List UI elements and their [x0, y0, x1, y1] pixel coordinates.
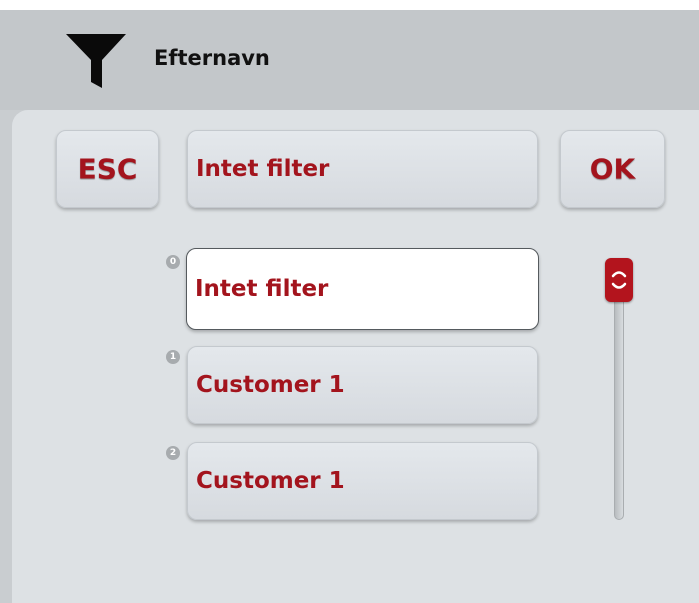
esc-button-label: ESC	[77, 152, 138, 186]
list-item-index-badge: 1	[166, 350, 180, 364]
list-item[interactable]: Customer 1	[187, 346, 538, 424]
scroll-handle-icon	[611, 271, 627, 289]
filter-funnel-icon	[66, 34, 126, 88]
list-item[interactable]: Customer 1	[187, 442, 538, 520]
current-filter-field[interactable]: Intet filter	[187, 130, 538, 208]
page-title: Efternavn	[154, 46, 270, 70]
ok-button-label: OK	[589, 152, 636, 186]
scrollbar-track[interactable]	[614, 268, 624, 520]
list-item-index-badge: 2	[166, 446, 180, 460]
current-filter-text: Intet filter	[196, 156, 330, 182]
list-item-label: Customer 1	[196, 372, 345, 398]
list-item-index-badge: 0	[166, 255, 180, 269]
list-item-label: Intet filter	[195, 276, 329, 302]
esc-button[interactable]: ESC	[56, 130, 159, 208]
ok-button[interactable]: OK	[560, 130, 665, 208]
dialog-header: Efternavn	[0, 10, 699, 110]
list-item-label: Customer 1	[196, 468, 345, 494]
list-item-selected[interactable]: Intet filter	[186, 248, 539, 330]
scrollbar-thumb[interactable]	[605, 258, 633, 302]
